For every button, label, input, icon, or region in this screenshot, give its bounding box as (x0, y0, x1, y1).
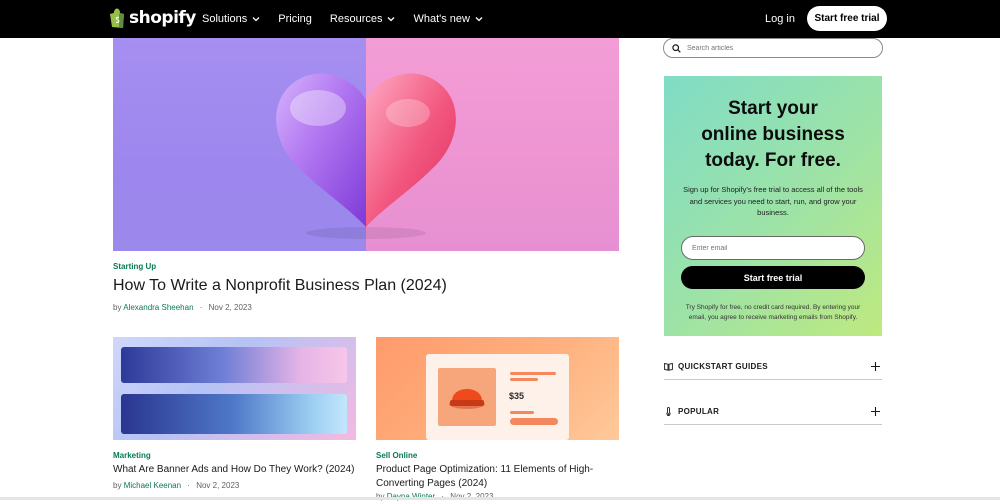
featured-article-image[interactable] (113, 38, 619, 251)
plus-icon (871, 407, 880, 416)
nav-whats-new-label: What's new (413, 13, 470, 25)
card-1-category[interactable]: Marketing (113, 451, 151, 460)
chevron-down-icon (475, 17, 483, 22)
nav-resources-label: Resources (329, 13, 383, 25)
promo-headline: Start your online business today. For fr… (664, 96, 882, 174)
top-nav: shopify Solutions Pricing Resources What… (0, 0, 1000, 38)
accordion-label: POPULAR (678, 407, 720, 416)
card-1-title[interactable]: What Are Banner Ads and How Do They Work… (113, 463, 356, 477)
free-trial-promo: Start your online business today. For fr… (664, 76, 882, 336)
heart-illustration (276, 73, 456, 239)
nav-menu: Solutions Pricing Resources What's new (202, 0, 501, 38)
nav-pricing-label: Pricing (278, 13, 312, 25)
product-card-illustration (426, 354, 569, 440)
promo-headline-line-2: online business (701, 124, 845, 145)
plus-icon (871, 362, 880, 371)
card-2-category[interactable]: Sell Online (376, 451, 417, 460)
byline-separator: · (199, 303, 203, 312)
promo-headline-line-3: today. For free. (705, 150, 841, 171)
chevron-down-icon (388, 17, 395, 22)
search-input[interactable] (687, 44, 867, 52)
featured-title[interactable]: How To Write a Nonprofit Business Plan (… (113, 277, 447, 295)
book-icon (664, 362, 673, 371)
byline-separator: · (187, 481, 190, 490)
banner-illustration (121, 347, 347, 434)
accordion-popular[interactable]: POPULAR (664, 399, 882, 425)
shopify-logo[interactable]: shopify (108, 8, 196, 28)
nav-solutions[interactable]: Solutions (202, 13, 260, 25)
banner-ads-article-image[interactable] (113, 337, 356, 440)
accordion-label: QUICKSTART GUIDES (678, 362, 768, 371)
featured-author[interactable]: Alexandra Sheehan (123, 303, 193, 312)
nav-pricing[interactable]: Pricing (278, 13, 312, 25)
featured-date: Nov 2, 2023 (208, 303, 252, 312)
chevron-down-icon (252, 17, 260, 22)
product-page-article-image[interactable]: $35 (376, 337, 619, 440)
promo-fine-print: Try Shopify for free, no credit card req… (685, 304, 861, 321)
nav-solutions-label: Solutions (202, 13, 248, 25)
nav-whats-new[interactable]: What's new (413, 13, 483, 25)
promo-description: Sign up for Shopify's free trial to acce… (683, 185, 863, 217)
search-icon (672, 43, 681, 53)
card-1-byline: by Michael Keenan · Nov 2, 2023 (113, 481, 239, 490)
featured-byline: by Alexandra Sheehan · Nov 2, 2023 (113, 303, 252, 312)
shopping-bag-icon (110, 8, 124, 28)
promo-headline-line-1: Start your (728, 98, 818, 119)
card-1-date: Nov 2, 2023 (196, 481, 240, 490)
product-price-label: $35 (509, 391, 525, 401)
byline-by: by (113, 303, 122, 312)
accordion-quickstart-guides[interactable]: QUICKSTART GUIDES (664, 354, 882, 380)
featured-category[interactable]: Starting Up (113, 262, 156, 271)
search-box[interactable] (663, 38, 883, 58)
card-1-author[interactable]: Michael Keenan (124, 481, 181, 490)
email-field[interactable] (681, 236, 865, 260)
card-2-title[interactable]: Product Page Optimization: 11 Elements o… (376, 463, 612, 491)
login-link[interactable]: Log in (765, 13, 795, 25)
nav-resources[interactable]: Resources (330, 13, 396, 25)
promo-start-free-trial-button[interactable]: Start free trial (681, 266, 865, 289)
brand-wordmark: shopify (129, 8, 196, 28)
thermometer-icon (666, 407, 671, 416)
start-free-trial-button[interactable]: Start free trial (807, 6, 887, 31)
byline-by: by (113, 481, 122, 490)
